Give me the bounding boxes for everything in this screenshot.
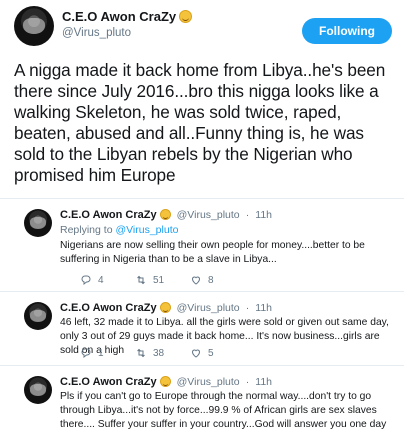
reply-action[interactable]: 4 — [80, 274, 135, 286]
like-count: 8 — [208, 274, 214, 286]
reply-count: 4 — [98, 274, 104, 286]
like-count: 5 — [208, 347, 214, 359]
reply-actions: 4 51 8 — [80, 273, 245, 287]
laughing-emoji-icon — [159, 209, 171, 220]
reply-time[interactable]: 11h — [255, 209, 272, 221]
retweet-action[interactable]: 38 — [135, 347, 190, 359]
dot-separator: · — [245, 376, 250, 388]
replying-to-label: Replying to — [60, 224, 113, 236]
author-handle[interactable]: @Virus_pluto — [62, 27, 131, 39]
dot-separator: · — [245, 209, 250, 221]
reply-handle[interactable]: @Virus_pluto — [177, 209, 240, 221]
tweet-text: A nigga made it back home from Libya..he… — [14, 60, 386, 185]
laughing-emoji-icon — [159, 376, 171, 387]
reply-handle[interactable]: @Virus_pluto — [177, 376, 240, 388]
like-action[interactable]: 5 — [190, 347, 245, 359]
following-button[interactable]: Following — [302, 18, 392, 44]
reply-text: Pls if you can't go to Europe through th… — [60, 391, 387, 430]
reply-time[interactable]: 11h — [255, 302, 272, 314]
retweet-count: 51 — [153, 274, 165, 286]
laughing-emoji-icon — [179, 10, 193, 23]
reply-avatar[interactable] — [24, 302, 52, 330]
heart-icon — [191, 349, 201, 358]
reply-avatar[interactable] — [24, 376, 52, 404]
reply-handle[interactable]: @Virus_pluto — [177, 302, 240, 314]
replying-to: Replying to @Virus_pluto — [60, 224, 178, 236]
retweet-action[interactable]: 51 — [135, 274, 190, 286]
tweet-header: C.E.O Awon CraZy @Virus_pluto Following — [0, 0, 404, 50]
reply-author-name[interactable]: C.E.O Awon CraZy — [60, 376, 157, 388]
author-name-text[interactable]: C.E.O Awon CraZy — [62, 9, 176, 24]
author-avatar[interactable] — [14, 6, 54, 46]
author-name[interactable]: C.E.O Awon CraZy — [62, 9, 193, 24]
reply-tweet[interactable]: C.E.O Awon CraZy @Virus_pluto · 11h 46 l… — [0, 292, 404, 364]
reply-thread: C.E.O Awon CraZy @Virus_pluto · 11h Repl… — [0, 198, 404, 438]
retweet-count: 38 — [153, 347, 165, 359]
dot-separator: · — [245, 302, 250, 314]
reply-text: Nigerians are now selling their own peop… — [60, 240, 365, 265]
reply-author-name[interactable]: C.E.O Awon CraZy — [60, 209, 157, 221]
reply-icon — [81, 275, 91, 286]
replying-to-link[interactable]: @Virus_pluto — [115, 224, 178, 236]
retweet-icon — [137, 348, 145, 358]
reply-tweet[interactable]: C.E.O Awon CraZy @Virus_pluto · 11h Repl… — [0, 199, 404, 291]
reply-header: C.E.O Awon CraZy @Virus_pluto · 11h — [60, 209, 272, 221]
reply-header: C.E.O Awon CraZy @Virus_pluto · 11h — [60, 376, 272, 388]
heart-icon — [191, 276, 201, 285]
reply-time[interactable]: 11h — [255, 376, 272, 388]
retweet-icon — [137, 275, 145, 285]
reply-tweet[interactable]: C.E.O Awon CraZy @Virus_pluto · 11h Pls … — [0, 366, 404, 438]
reply-header: C.E.O Awon CraZy @Virus_pluto · 11h — [60, 302, 272, 314]
reply-avatar[interactable] — [24, 209, 52, 237]
reply-author-name[interactable]: C.E.O Awon CraZy — [60, 302, 157, 314]
laughing-emoji-icon — [159, 302, 171, 313]
reply-actions: 1 38 5 — [80, 346, 245, 360]
reply-count: 1 — [98, 347, 104, 359]
reply-action[interactable]: 1 — [80, 347, 135, 359]
like-action[interactable]: 8 — [190, 274, 245, 286]
reply-icon — [81, 348, 91, 359]
